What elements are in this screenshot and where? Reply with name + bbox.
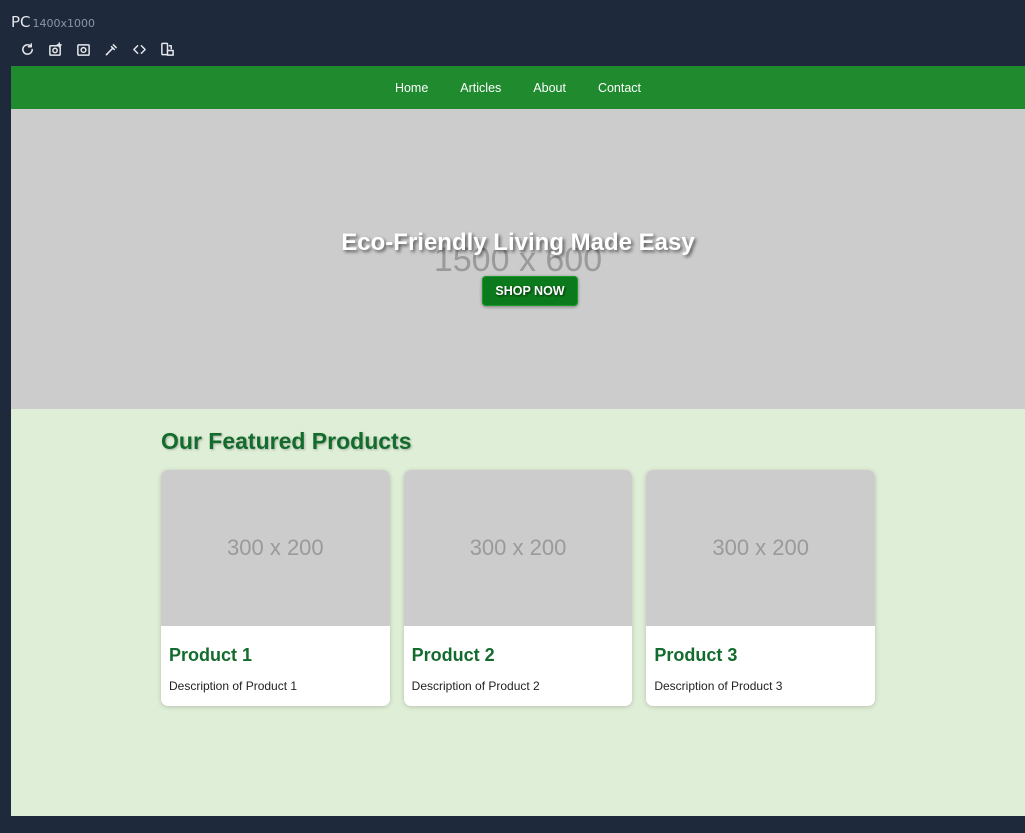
nav-home[interactable]: Home — [379, 81, 444, 95]
devtools-toolbar — [13, 40, 181, 58]
shop-now-button[interactable]: SHOP NOW — [482, 276, 578, 306]
screenshot-full-icon[interactable] — [41, 40, 69, 58]
product-grid: 300 x 200 Product 1 Description of Produ… — [161, 470, 876, 706]
device-label: PC 1400x1000 — [11, 13, 95, 31]
hero-title: Eco-Friendly Living Made Easy — [341, 229, 695, 256]
product-description: Description of Product 2 — [411, 679, 540, 693]
eyedropper-icon[interactable] — [97, 40, 125, 58]
site-viewport: Home Articles About Contact 1500 x 600 E… — [11, 66, 1025, 816]
product-name: Product 1 — [169, 645, 253, 665]
hero-banner: 1500 x 600 Eco-Friendly Living Made Easy… — [11, 109, 1025, 409]
product-image-placeholder: 300 x 200 — [161, 470, 390, 626]
nav-about[interactable]: About — [517, 81, 582, 95]
product-description: Description of Product 3 — [654, 679, 783, 693]
product-card[interactable]: 300 x 200 Product 1 Description of Produ… — [161, 470, 390, 706]
rotate-device-icon[interactable] — [153, 40, 181, 58]
refresh-icon[interactable] — [13, 40, 41, 58]
nav-articles[interactable]: Articles — [444, 81, 517, 95]
nav-contact[interactable]: Contact — [582, 81, 657, 95]
product-description: Description of Product 1 — [169, 679, 298, 693]
device-resolution: 1400x1000 — [32, 17, 96, 30]
camera-icon[interactable] — [69, 40, 97, 58]
product-name: Product 2 — [411, 645, 495, 665]
navbar: Home Articles About Contact — [11, 66, 1025, 109]
product-card[interactable]: 300 x 200 Product 3 Description of Produ… — [646, 470, 876, 706]
product-card[interactable]: 300 x 200 Product 2 Description of Produ… — [403, 470, 633, 706]
code-icon[interactable] — [125, 40, 153, 58]
product-image-placeholder: 300 x 200 — [403, 470, 633, 626]
devtools-bar: PC 1400x1000 — [0, 0, 1025, 66]
featured-title: Our Featured Products — [161, 428, 412, 454]
device-name: PC — [11, 13, 31, 31]
product-image-placeholder: 300 x 200 — [646, 470, 876, 626]
product-name: Product 3 — [654, 645, 738, 665]
featured-section: Our Featured Products 300 x 200 Product … — [11, 409, 1025, 706]
